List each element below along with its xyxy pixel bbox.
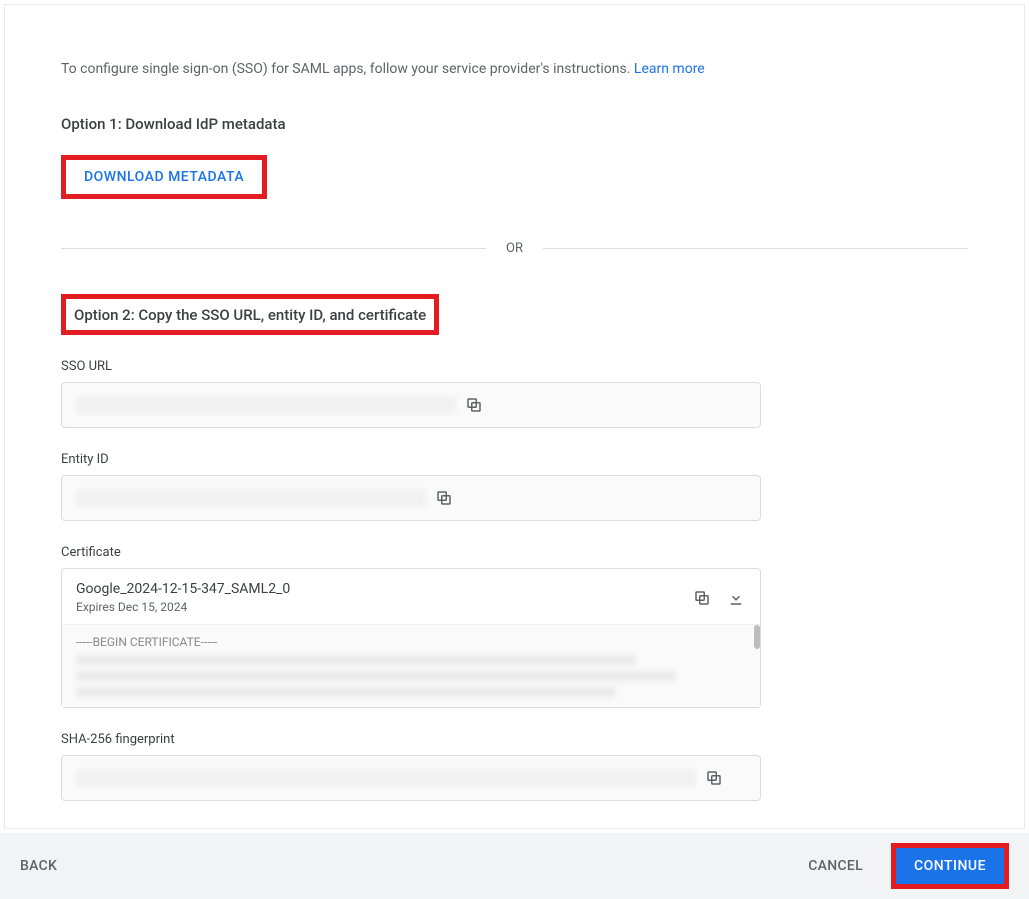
copy-icon[interactable] bbox=[692, 588, 712, 608]
sha-fingerprint-label: SHA-256 fingerprint bbox=[61, 732, 968, 747]
sso-url-label: SSO URL bbox=[61, 359, 968, 374]
option2-title: Option 2: Copy the SSO URL, entity ID, a… bbox=[74, 306, 426, 324]
certificate-body-redacted bbox=[76, 655, 636, 665]
highlight-option2: Option 2: Copy the SSO URL, entity ID, a… bbox=[61, 294, 439, 335]
cancel-button[interactable]: CANCEL bbox=[808, 858, 863, 874]
copy-icon[interactable] bbox=[464, 395, 484, 415]
continue-button[interactable]: CONTINUE bbox=[896, 848, 1004, 884]
certificate-begin-marker: -----BEGIN CERTIFICATE----- bbox=[76, 635, 746, 649]
download-icon[interactable] bbox=[726, 588, 746, 608]
instruction-text: To configure single sign-on (SSO) for SA… bbox=[61, 61, 968, 77]
entity-id-label: Entity ID bbox=[61, 452, 968, 467]
download-metadata-button[interactable]: DOWNLOAD METADATA bbox=[66, 160, 262, 194]
certificate-card: Google_2024-12-15-347_SAML2_0 Expires De… bbox=[61, 568, 761, 708]
sso-url-field bbox=[61, 382, 761, 428]
scrollbar[interactable] bbox=[754, 625, 760, 649]
certificate-body-redacted bbox=[76, 671, 676, 681]
sso-url-value-redacted bbox=[76, 396, 456, 414]
instruction-text-body: To configure single sign-on (SSO) for SA… bbox=[61, 61, 634, 77]
certificate-name: Google_2024-12-15-347_SAML2_0 bbox=[76, 581, 684, 597]
copy-icon[interactable] bbox=[704, 768, 724, 788]
highlight-continue: CONTINUE bbox=[891, 843, 1009, 889]
entity-id-value-redacted bbox=[76, 489, 426, 507]
highlight-download: DOWNLOAD METADATA bbox=[61, 155, 267, 199]
config-card: To configure single sign-on (SSO) for SA… bbox=[4, 4, 1025, 829]
learn-more-link[interactable]: Learn more bbox=[634, 61, 705, 77]
back-button[interactable]: BACK bbox=[20, 858, 57, 874]
certificate-body-redacted bbox=[76, 687, 616, 697]
or-separator: OR bbox=[61, 241, 968, 256]
copy-icon[interactable] bbox=[434, 488, 454, 508]
sha-fingerprint-value-redacted bbox=[76, 769, 696, 787]
certificate-label: Certificate bbox=[61, 545, 968, 560]
certificate-expires: Expires Dec 15, 2024 bbox=[76, 600, 684, 614]
sha-fingerprint-field bbox=[61, 755, 761, 801]
entity-id-field bbox=[61, 475, 761, 521]
option1-title: Option 1: Download IdP metadata bbox=[61, 115, 286, 133]
footer-bar: BACK CANCEL CONTINUE bbox=[0, 833, 1029, 899]
or-label: OR bbox=[486, 241, 543, 256]
